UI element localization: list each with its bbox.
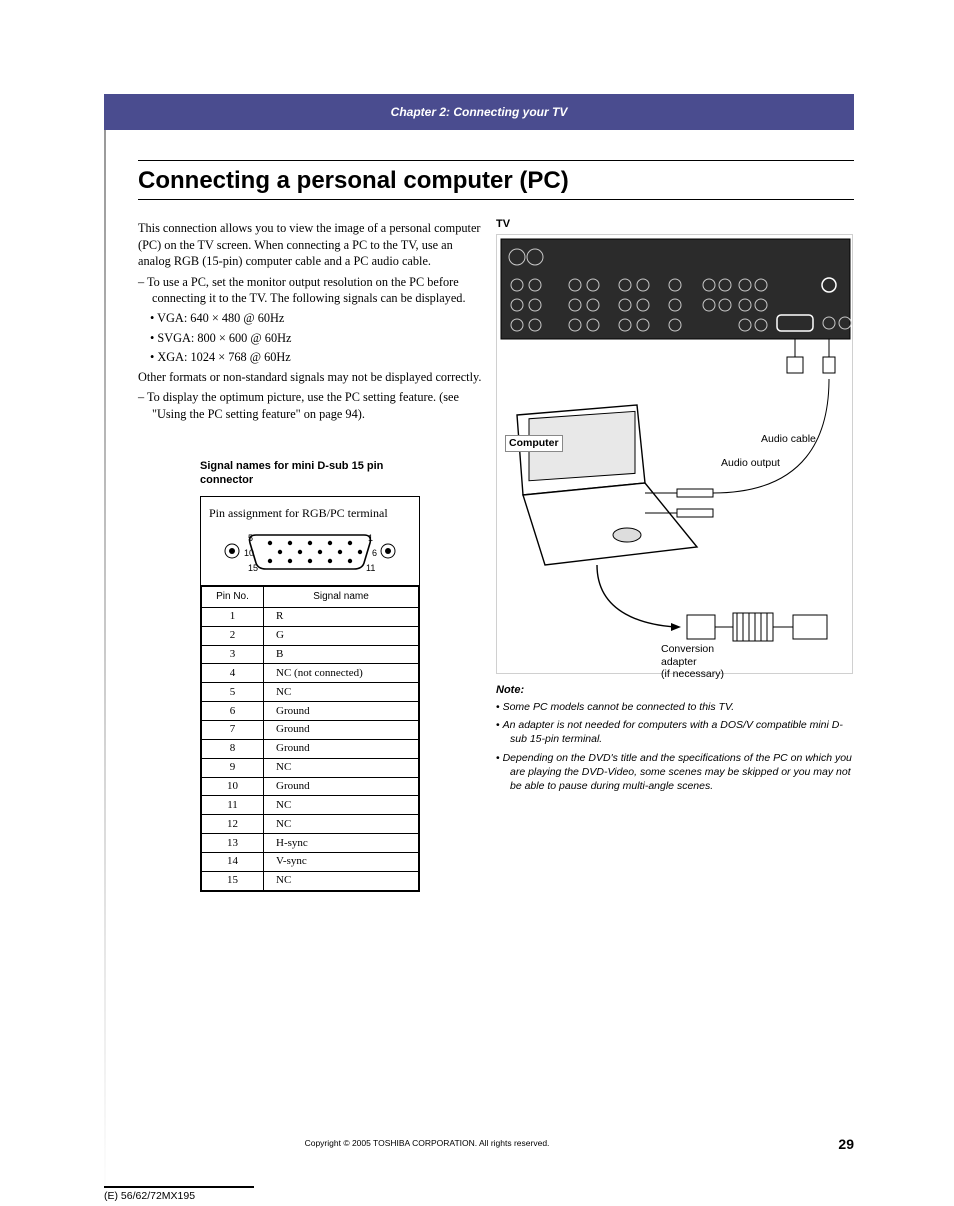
computer-label: Computer	[505, 435, 563, 452]
table-row: 2G	[202, 626, 419, 645]
table-row: 1R	[202, 607, 419, 626]
note-3: Depending on the DVD's title and the spe…	[496, 751, 853, 794]
tv-label: TV	[496, 218, 853, 230]
table-row: 5NC	[202, 683, 419, 702]
intro-text: This connection allows you to view the i…	[138, 220, 483, 270]
table-row: 8Ground	[202, 739, 419, 758]
table-row: 6Ground	[202, 702, 419, 721]
page-title: Connecting a personal computer (PC)	[138, 167, 569, 195]
note-header: Note:	[496, 684, 853, 696]
mode-vga: VGA: 640 × 480 @ 60Hz	[150, 310, 483, 327]
left-column: This connection allows you to view the i…	[138, 220, 483, 892]
svg-text:11: 11	[366, 563, 375, 573]
note-pc-setting: To display the optimum picture, use the …	[138, 389, 483, 422]
table-row: 7Ground	[202, 720, 419, 739]
svg-text:5: 5	[248, 533, 253, 543]
table-caption: Signal names for mini D-sub 15 pin conne…	[200, 459, 420, 489]
mode-svga: SVGA: 800 × 600 @ 60Hz	[150, 330, 483, 347]
copyright-text: Copyright © 2005 TOSHIBA CORPORATION. Al…	[0, 1138, 854, 1148]
title-rule-top	[138, 160, 854, 161]
table-row: 14V-sync	[202, 852, 419, 871]
note-2: An adapter is not needed for computers w…	[496, 718, 853, 746]
note-resolution: To use a PC, set the monitor output reso…	[138, 274, 483, 307]
table-row: 11NC	[202, 796, 419, 815]
table-row: 15NC	[202, 871, 419, 890]
svg-text:10: 10	[244, 548, 254, 558]
connection-diagram: Computer Audio output Audio cable Conver…	[496, 234, 853, 674]
right-column: TV	[496, 218, 853, 797]
table-row: 12NC	[202, 815, 419, 834]
conversion-adapter-label: Conversion adapter (if necessary)	[661, 643, 724, 681]
th-pin: Pin No.	[202, 587, 264, 608]
left-divider	[104, 130, 106, 1206]
page-number: 29	[838, 1136, 854, 1152]
table-row: 13H-sync	[202, 834, 419, 853]
doc-id: (E) 56/62/72MX195	[104, 1186, 254, 1202]
audio-cable-label: Audio cable	[761, 433, 816, 446]
title-rule-bottom	[138, 199, 854, 200]
table-row: 10Ground	[202, 777, 419, 796]
audio-output-label: Audio output	[721, 457, 780, 470]
note-1: Some PC models cannot be connected to th…	[496, 700, 853, 714]
connector-label: Pin assignment for RGB/PC terminal	[209, 505, 411, 521]
svg-text:15: 15	[248, 563, 258, 573]
table-row: 9NC	[202, 758, 419, 777]
connector-table: Pin assignment for RGB/PC terminal 5 10 …	[200, 496, 420, 891]
dsub-connector-icon: 5 10 15 1 6 11	[220, 527, 400, 575]
svg-text:1: 1	[368, 533, 373, 543]
table-row: 4NC (not connected)	[202, 664, 419, 683]
svg-text:6: 6	[372, 548, 377, 558]
th-signal: Signal name	[264, 587, 419, 608]
table-row: 3B	[202, 645, 419, 664]
mode-xga: XGA: 1024 × 768 @ 60Hz	[150, 349, 483, 366]
other-formats-text: Other formats or non-standard signals ma…	[138, 369, 483, 386]
chapter-header: Chapter 2: Connecting your TV	[104, 94, 854, 130]
